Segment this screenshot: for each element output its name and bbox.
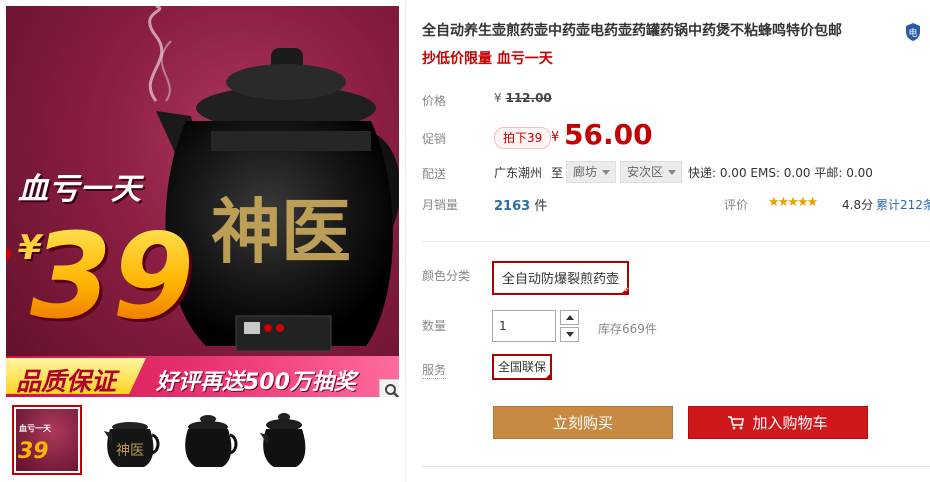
quality-text: 品质保证 <box>16 367 117 396</box>
shipping-fees: 快递: 0.00 EMS: 0.00 平邮: 0.00 <box>688 166 873 180</box>
color-option-label: 全自动防爆裂煎药壶 <box>502 272 620 287</box>
rating-label: 评价 <box>724 198 749 212</box>
add-to-cart-label: 加入购物车 <box>752 414 828 432</box>
monthly-sales: 2163 件 <box>494 195 547 214</box>
service-label: 服务 <box>422 363 447 379</box>
original-price: ¥ 112.00 <box>494 91 552 105</box>
pot-thumbnail-image <box>260 413 306 467</box>
buy-now-label: 立刻购买 <box>552 414 613 432</box>
cart-icon <box>728 416 745 430</box>
city-select[interactable]: 廊坊 <box>566 161 617 183</box>
panel-divider <box>405 0 406 482</box>
thumbnail-2[interactable]: 神医 <box>94 405 164 475</box>
add-to-cart-button[interactable]: 加入购物车 <box>688 406 868 439</box>
product-subtitle: 抄低价限量 血亏一天 <box>422 51 553 67</box>
promo-price: 39 <box>30 207 195 345</box>
quantity-input[interactable]: 1 <box>492 310 556 342</box>
bonus-text: 好评再送500万抽奖 <box>156 370 356 395</box>
color-option[interactable]: 全自动防爆裂煎药壶 <box>492 261 630 295</box>
promo-currency: ¥ <box>551 130 560 145</box>
pot-thumbnail-image: 神医 <box>104 422 160 467</box>
rating-stars-icon: ★★★★★ <box>768 195 818 210</box>
original-currency: ¥ <box>494 91 502 105</box>
promo-label: 促销 <box>422 132 447 146</box>
magnifier-icon <box>385 384 399 397</box>
thumbnail-promo-image: 血亏一天 39 <box>16 409 78 471</box>
promo-price-value: 56.00 <box>564 118 653 151</box>
pot-calligraphy: 神医 <box>211 190 351 273</box>
main-product-image[interactable]: 神医 血亏一天 ¥ 39 品质保证 好评再送500万抽奖 <box>6 6 399 397</box>
check-corner-icon <box>544 372 553 380</box>
service-option[interactable]: 全国联保 <box>492 354 553 380</box>
color-label: 颜色分类 <box>422 269 471 283</box>
ship-from: 广东潮州 <box>494 166 543 180</box>
thumbnail-promo-price: 39 <box>18 439 49 464</box>
check-corner-icon <box>620 286 630 295</box>
shipping-label: 配送 <box>422 167 447 181</box>
zoom-button[interactable] <box>379 379 399 397</box>
review-count-link[interactable]: 累计212条 <box>876 196 930 213</box>
svg-text:电: 电 <box>908 27 917 39</box>
shield-icon[interactable]: 电 <box>904 22 922 42</box>
prev-arrow[interactable] <box>6 246 12 262</box>
thumbnail-4[interactable] <box>250 405 320 475</box>
promo-tag: 拍下39 <box>494 127 552 149</box>
buy-now-button[interactable]: 立刻购买 <box>493 406 673 439</box>
district-select[interactable]: 安次区 <box>620 161 683 183</box>
thumbnail-1[interactable]: 血亏一天 39 <box>12 405 82 475</box>
sales-unit: 件 <box>534 199 548 214</box>
promo-headline: 血亏一天 <box>18 172 142 207</box>
quantity-decrease-button[interactable] <box>560 327 579 342</box>
price-label: 价格 <box>422 94 447 108</box>
quantity-label: 数量 <box>422 319 447 333</box>
pot-thumbnail-image <box>185 415 238 467</box>
ship-to-label: 至 <box>551 166 564 180</box>
original-price-value: 112.00 <box>505 91 552 105</box>
sales-count: 2163 <box>494 199 531 214</box>
stock-count: 库存669件 <box>598 322 657 336</box>
product-title: 全自动养生壶煎药壶中药壶电药壶药罐药锅中药煲不粘蜂鸣特价包邮 <box>422 23 842 39</box>
section-divider <box>422 241 930 242</box>
service-option-label: 全国联保 <box>498 360 547 374</box>
quantity-increase-button[interactable] <box>560 310 579 325</box>
rating-score: 4.8分 <box>842 198 874 212</box>
thumbnail-calligraphy: 神医 <box>116 443 144 459</box>
thumbnail-3[interactable] <box>172 405 242 475</box>
thumbnail-promo-text: 血亏一天 <box>19 424 51 433</box>
sales-label: 月销量 <box>422 198 459 212</box>
section-divider <box>422 466 930 467</box>
